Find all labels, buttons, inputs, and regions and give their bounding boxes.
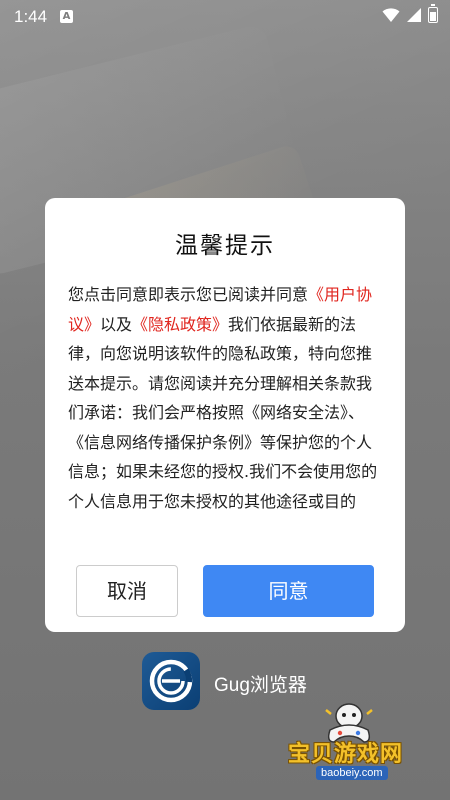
body-text: 我们依据最新的法律，向您说明该软件的隐私政策，特向您推送本提示。请您阅读并充分理… bbox=[68, 314, 378, 511]
notification-a-icon: A bbox=[60, 10, 73, 23]
status-icons bbox=[382, 4, 438, 23]
wifi-icon bbox=[382, 8, 400, 22]
body-text: 您点击同意即表示您已阅读并同意 bbox=[68, 285, 309, 304]
app-logo-icon bbox=[142, 652, 200, 710]
browser-e-logo-icon bbox=[149, 659, 193, 703]
battery-icon bbox=[428, 4, 438, 23]
watermark-text: 宝贝游戏网 bbox=[288, 742, 404, 767]
agree-button[interactable]: 同意 bbox=[203, 565, 374, 617]
watermark-url: baobeiy.com bbox=[316, 766, 388, 780]
body-text: 以及 bbox=[100, 314, 133, 334]
cancel-button[interactable]: 取消 bbox=[76, 565, 178, 617]
status-time: 1:44 bbox=[14, 7, 48, 26]
dialog-body-text: 您点击同意即表示您已阅读并同意《用户协议》以及《隐私政策》我们依据最新的法律，向… bbox=[68, 280, 384, 528]
signal-icon bbox=[407, 8, 421, 22]
dialog-title: 温馨提示 bbox=[175, 233, 275, 259]
app-name: Gug浏览器 bbox=[214, 675, 307, 696]
status-bar: 1:44 A bbox=[0, 0, 450, 34]
privacy-dialog: 温馨提示 您点击同意即表示您已阅读并同意《用户协议》以及《隐私政策》我们依据最新… bbox=[45, 198, 405, 632]
privacy-policy-link[interactable]: 《隐私政策》 bbox=[132, 315, 228, 334]
